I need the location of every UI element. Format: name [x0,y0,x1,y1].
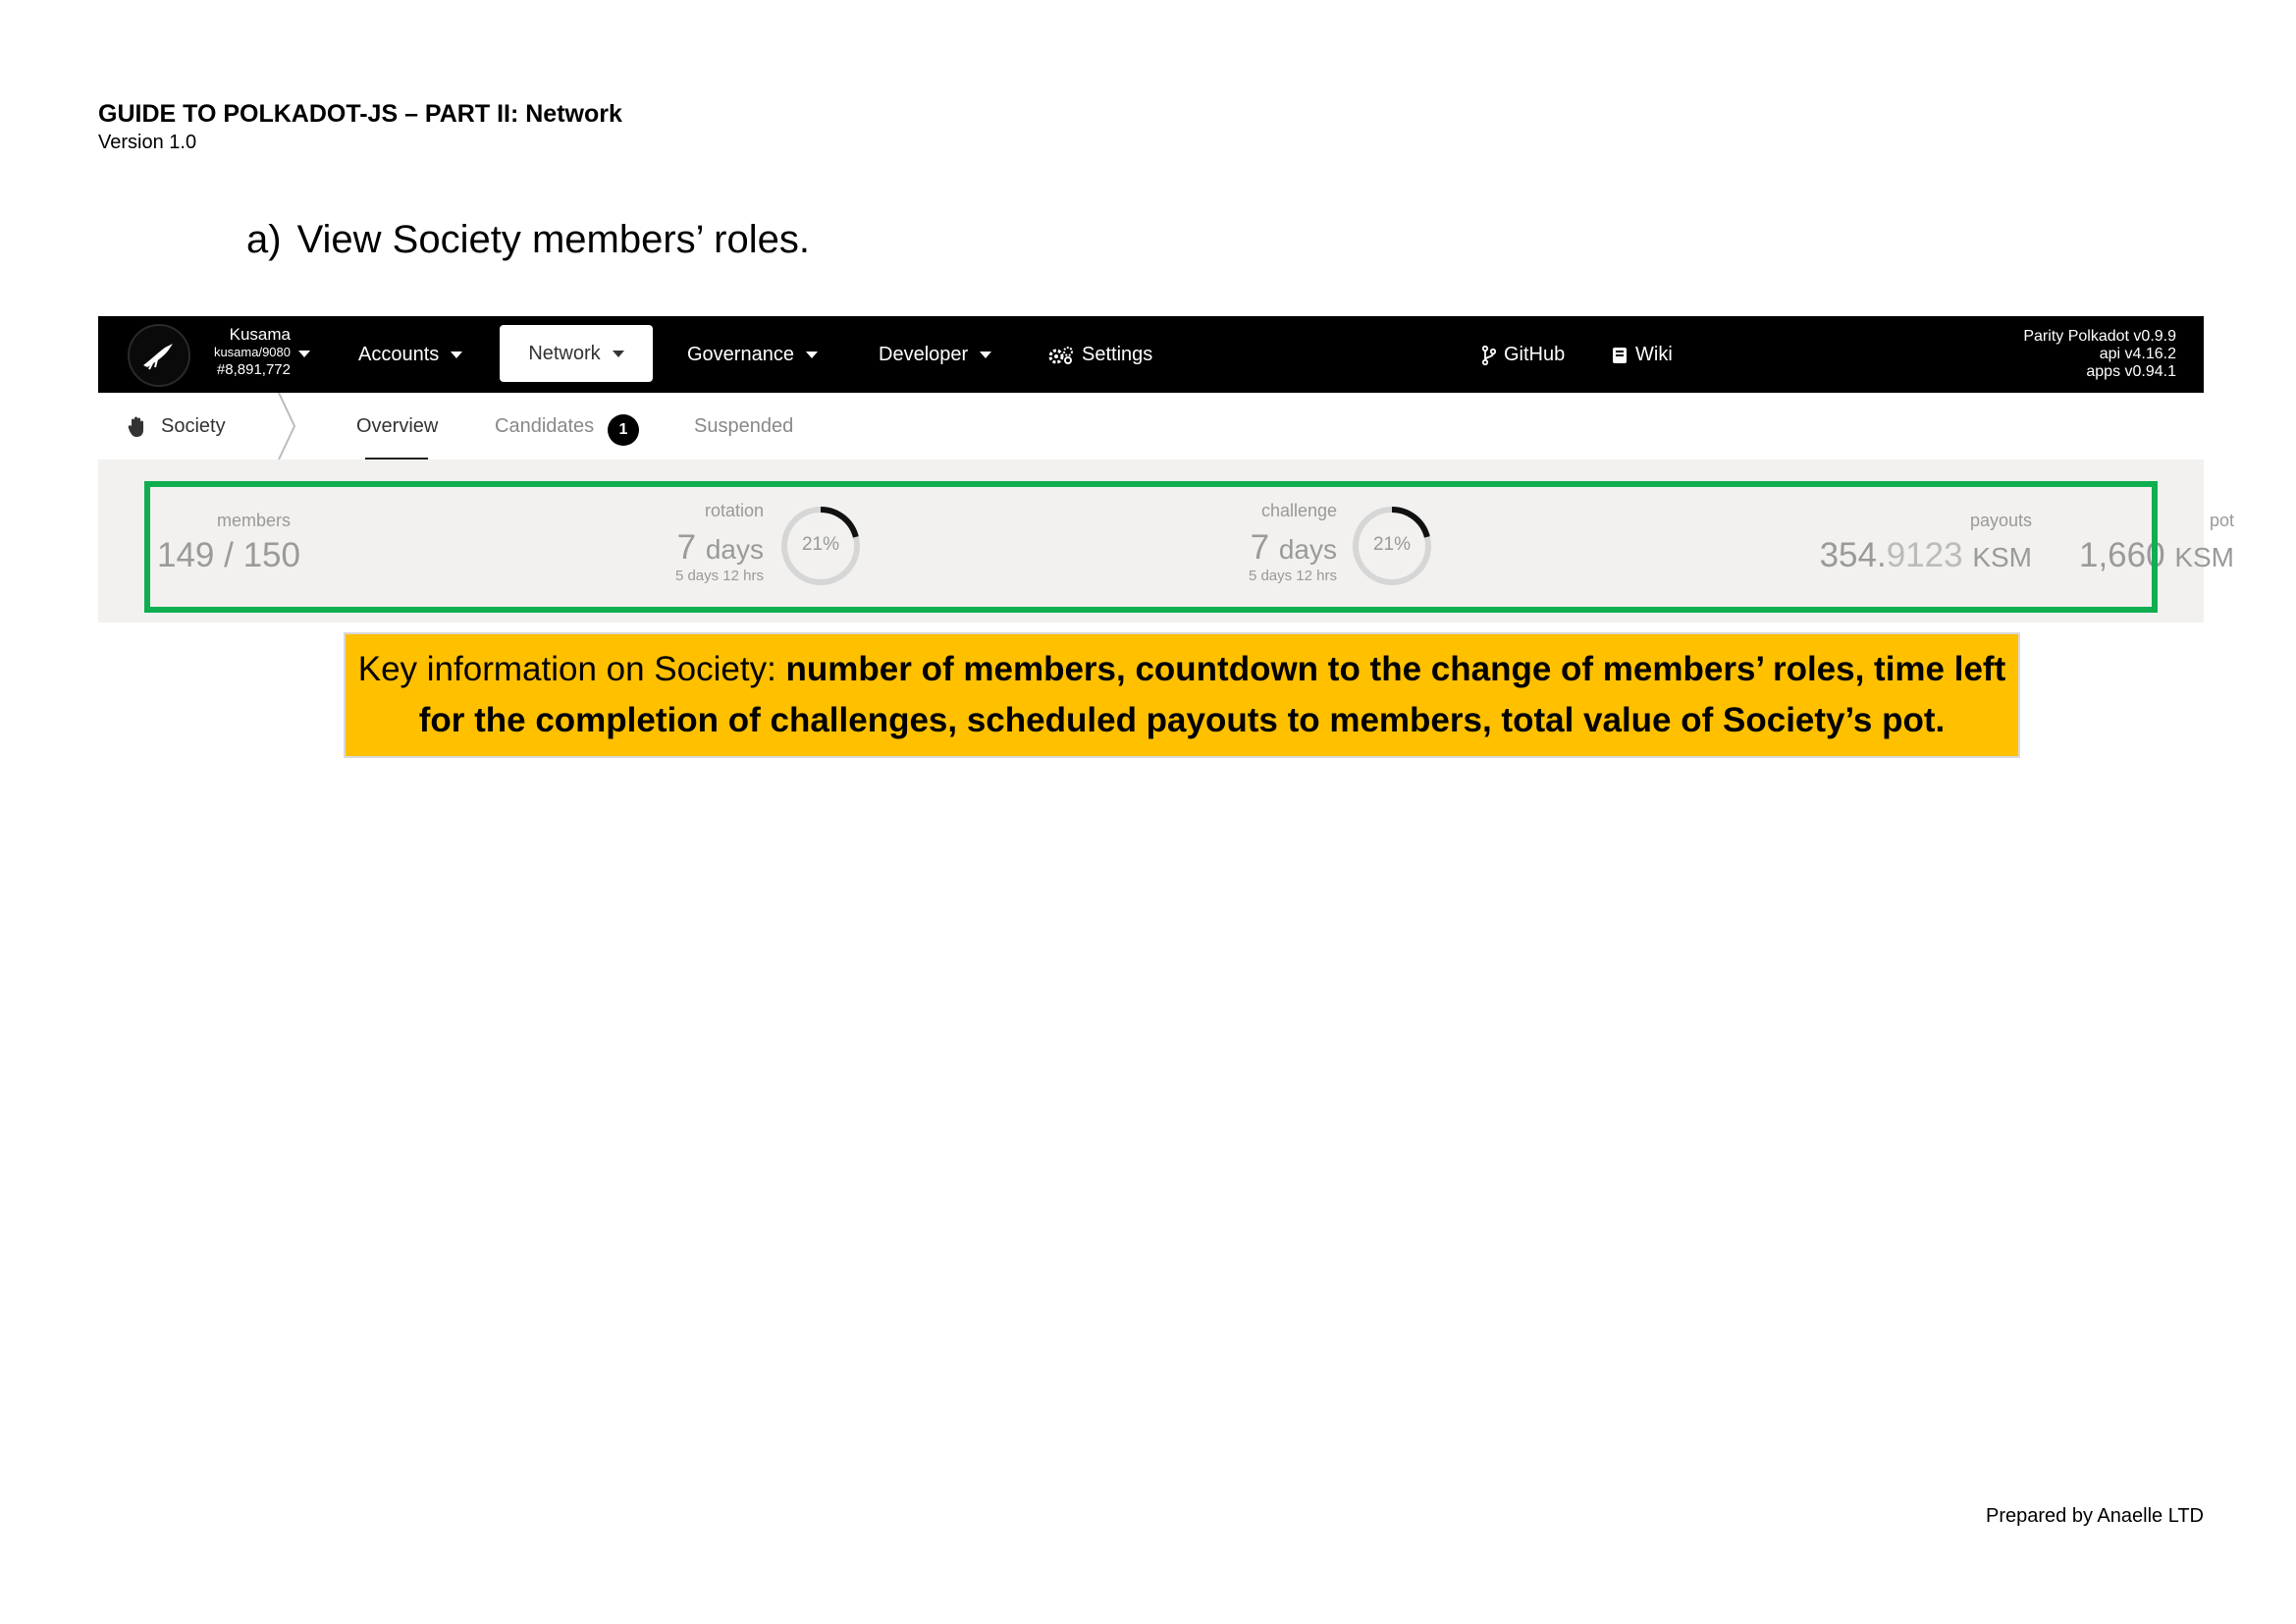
book-icon [1613,347,1627,363]
block-number: #8,891,772 [216,361,291,378]
chain-selector[interactable]: Kusama kusama/9080 #8,891,772 [192,326,291,379]
section-society-label: Society [161,415,226,437]
kusama-logo-icon[interactable] [128,324,190,387]
breadcrumb-divider [278,393,296,460]
version-info: Parity Polkadot v0.9.9 api v4.16.2 apps … [2023,328,2176,381]
tab-suspended[interactable]: Suspended [694,393,793,460]
chevron-down-icon [805,352,818,359]
api-version: api v4.16.2 [2099,346,2176,362]
highlight-box [144,481,2158,613]
chain-endpoint: kusama/9080 [213,345,291,359]
document-footer: Prepared by Anaelle LTD [1986,1505,2204,1527]
app-screenshot: Kusama kusama/9080 #8,891,772 Accounts N… [98,316,2234,623]
nav-developer[interactable]: Developer [879,316,992,393]
document-version: Version 1.0 [98,132,197,153]
nav-github[interactable]: GitHub [1481,316,1566,393]
callout-note: Key information on Society: number of me… [344,632,2020,758]
chevron-down-icon [612,351,624,358]
tab-overview[interactable]: Overview [356,393,438,460]
chevron-down-icon[interactable] [298,351,310,357]
nav-accounts[interactable]: Accounts [358,316,463,393]
nav-governance-label: Governance [687,344,794,365]
nav-developer-label: Developer [879,344,969,365]
chevron-down-icon [980,352,992,359]
nav-wiki-label: Wiki [1635,344,1673,365]
nav-wiki[interactable]: Wiki [1612,316,1673,393]
code-branch-icon [1481,345,1497,365]
hand-icon [128,416,143,437]
nav-accounts-label: Accounts [358,344,440,365]
chain-name: Kusama [229,325,291,344]
section-heading: a) View Society members’ roles. [246,214,810,265]
callout-lead: Key information on Society: [357,650,786,688]
nav-settings-label: Settings [1082,344,1153,365]
apps-version: apps v0.94.1 [2086,363,2176,380]
section-society: Society [128,393,226,460]
section-heading-text: View Society members’ roles. [296,218,810,261]
document-title: GUIDE TO POLKADOT-JS – PART II: Network [98,100,622,128]
node-version: Parity Polkadot v0.9.9 [2023,328,2176,345]
section-number: a) [246,218,282,261]
nav-network[interactable]: Network [500,325,653,382]
nav-network-label: Network [528,343,601,364]
gears-icon [1048,346,1073,364]
nav-governance[interactable]: Governance [687,316,818,393]
top-navbar: Kusama kusama/9080 #8,891,772 Accounts N… [98,316,2204,393]
document-header: GUIDE TO POLKADOT-JS – PART II: Network … [98,98,622,155]
nav-github-label: GitHub [1504,344,1566,365]
candidates-count-badge: 1 [608,414,639,446]
tab-candidates[interactable]: Candidates [495,393,594,460]
chevron-down-icon [451,352,463,359]
nav-settings[interactable]: Settings [1048,316,1152,393]
sub-navbar: Society Overview Candidates Suspended [98,393,2204,460]
pot-unit: KSM [2174,542,2234,572]
